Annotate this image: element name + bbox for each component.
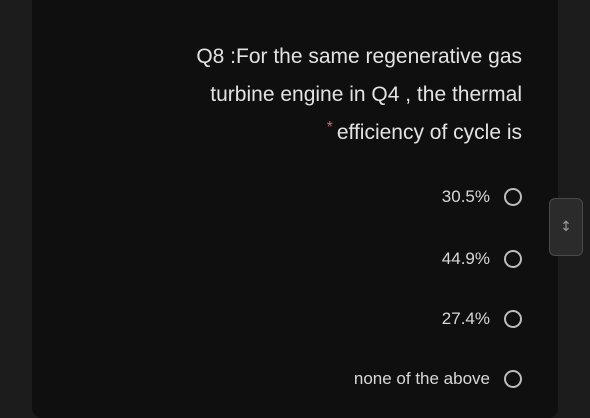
option-3[interactable]: 27.4% [442,305,522,333]
question-line-3: * efficiency of cycle is [102,114,522,154]
radio-button[interactable] [504,188,522,206]
question-card: Q8 :For the same regenerative gas turbin… [32,0,558,418]
drag-handle[interactable]: ↕ [549,198,583,256]
question-text: Q8 :For the same regenerative gas turbin… [102,38,522,154]
drag-handle-icon: ↕ [560,219,572,235]
option-2[interactable]: 44.9% [442,245,522,273]
question-line-3-text: efficiency of cycle is [336,121,522,144]
question-line-2: turbine engine in Q4 , the thermal [210,83,522,106]
radio-button[interactable] [504,310,522,328]
radio-button[interactable] [504,370,522,388]
radio-button[interactable] [504,250,522,268]
option-1[interactable]: 30.5% [442,183,522,211]
option-label: 30.5% [441,187,490,206]
question-line-1: Q8 :For the same regenerative gas [196,45,522,68]
option-4[interactable]: none of the above [354,365,522,393]
option-label: 27.4% [441,309,490,328]
option-label: none of the above [353,369,490,388]
option-label: 44.9% [441,249,490,268]
required-asterisk: * [326,119,333,136]
